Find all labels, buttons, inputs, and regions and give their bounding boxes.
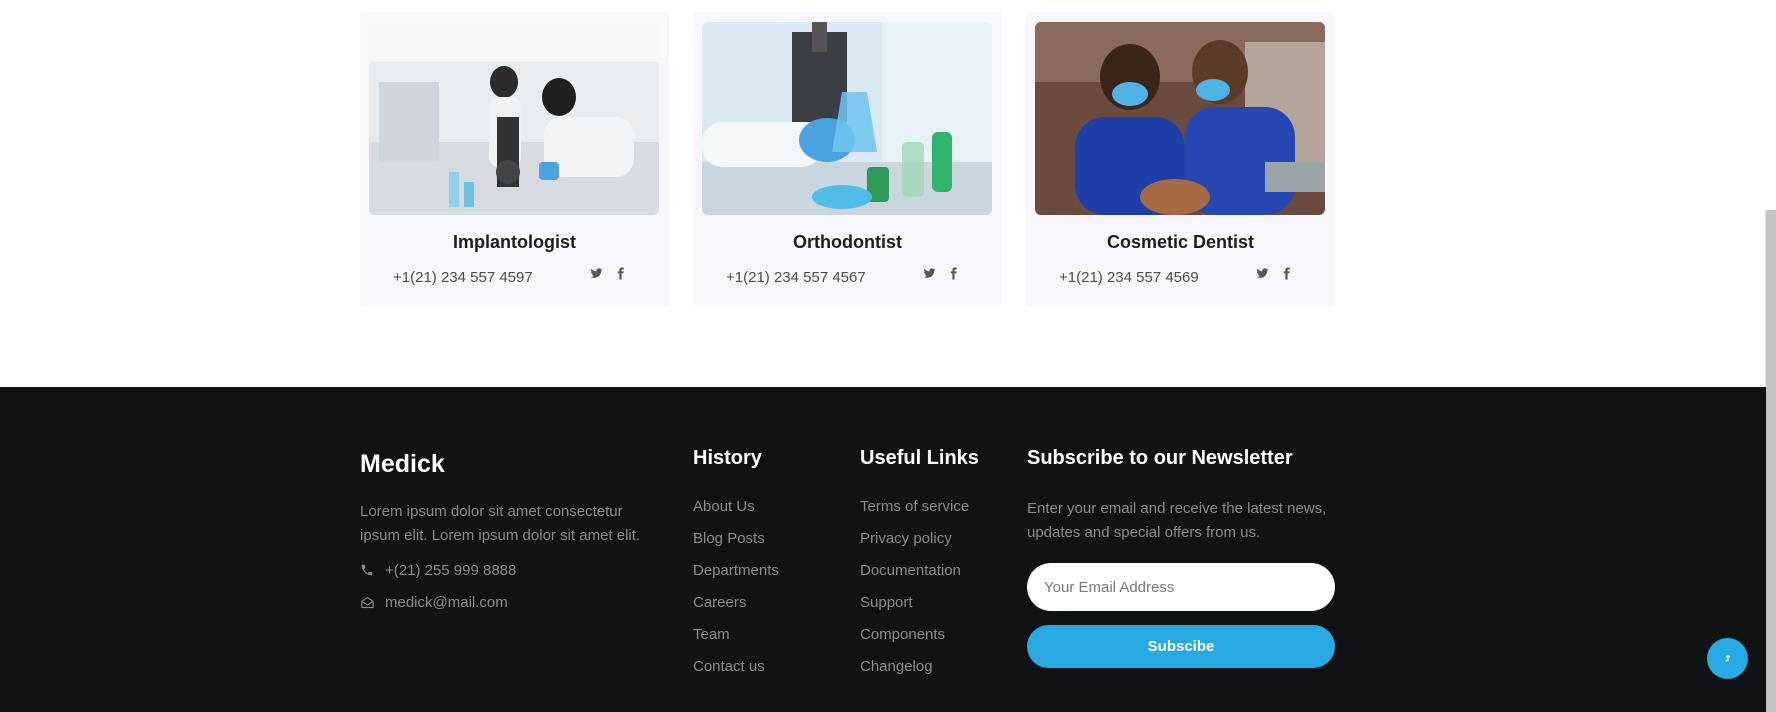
history-links: About Us Blog Posts Departments Careers … (693, 498, 779, 690)
team-member-title: Implantologist (453, 232, 576, 252)
team-member-title: Cosmetic Dentist (1106, 232, 1255, 252)
footer-link-departments[interactable]: Departments (693, 562, 779, 594)
footer-link-terms[interactable]: Terms of service (860, 498, 969, 530)
page-scrollbar[interactable] (1765, 0, 1776, 712)
team-member-phone: +1(21) 234 557 4567 (726, 269, 866, 286)
footer-link-contact-us[interactable]: Contact us (693, 658, 779, 690)
twitter-icon[interactable] (923, 267, 936, 281)
footer-link-team[interactable]: Team (693, 626, 779, 658)
newsletter-description: Enter your email and receive the latest … (1027, 500, 1327, 541)
footer-about-text: Lorem ipsum dolor sit amet consectetur i… (360, 503, 641, 544)
team-member-title: Orthodontist (793, 232, 902, 252)
footer-phone-text: +(21) 255 999 8888 (385, 562, 517, 579)
footer-link-privacy[interactable]: Privacy policy (860, 530, 969, 562)
facebook-icon[interactable] (614, 267, 626, 281)
footer-link-support[interactable]: Support (860, 594, 969, 626)
team-card: Implantologist +1(21) 234 557 4597 (360, 12, 669, 306)
back-to-top-button[interactable] (1707, 638, 1748, 679)
footer-link-about-us[interactable]: About Us (693, 498, 779, 530)
footer-link-changelog[interactable]: Changelog (860, 658, 969, 690)
footer-brand[interactable]: Medick (360, 450, 445, 479)
scrollbar-thumb[interactable] (1765, 210, 1776, 712)
footer-link-components[interactable]: Components (860, 626, 969, 658)
team-member-phone: +1(21) 234 557 4597 (393, 269, 533, 286)
phone-icon (360, 563, 375, 578)
twitter-icon[interactable] (590, 267, 603, 281)
footer-email-text: medick@mail.com (385, 594, 508, 611)
dentists-photo (1035, 22, 1325, 215)
newsletter-heading: Subscribe to our Newsletter (1027, 447, 1293, 469)
arrow-up-icon (1723, 650, 1733, 668)
footer-link-blog-posts[interactable]: Blog Posts (693, 530, 779, 562)
useful-links-heading: Useful Links (860, 447, 979, 469)
footer-link-documentation[interactable]: Documentation (860, 562, 969, 594)
team-member-phone: +1(21) 234 557 4569 (1059, 269, 1199, 286)
lab-microscope-photo (369, 22, 659, 215)
footer-email[interactable]: medick@mail.com (360, 594, 508, 611)
facebook-icon[interactable] (947, 267, 959, 281)
subscribe-button[interactable]: Subscibe (1027, 625, 1335, 668)
team-card: Cosmetic Dentist +1(21) 234 557 4569 (1026, 12, 1335, 306)
envelope-open-icon (360, 595, 375, 610)
history-heading: History (693, 447, 762, 469)
facebook-icon[interactable] (1280, 267, 1292, 281)
twitter-icon[interactable] (1256, 267, 1269, 281)
footer-link-careers[interactable]: Careers (693, 594, 779, 626)
team-card: Orthodontist +1(21) 234 557 4567 (693, 12, 1002, 306)
lab-flask-photo (702, 22, 992, 215)
footer-phone[interactable]: +(21) 255 999 8888 (360, 562, 516, 579)
useful-links: Terms of service Privacy policy Document… (860, 498, 969, 690)
site-footer: Medick Lorem ipsum dolor sit amet consec… (0, 387, 1766, 712)
newsletter-email-input[interactable] (1027, 563, 1335, 611)
